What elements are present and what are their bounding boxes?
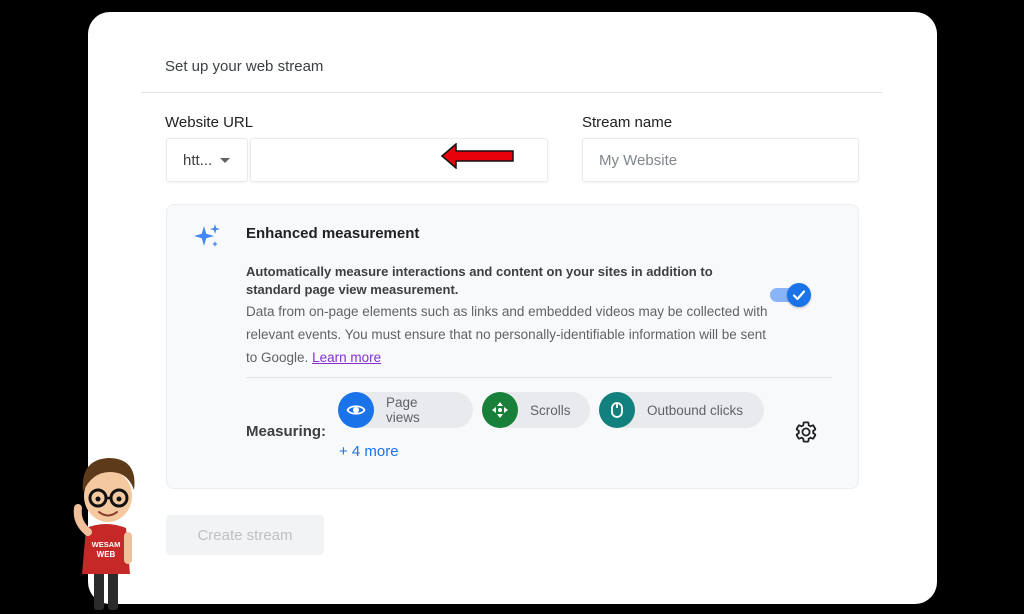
mouse-icon xyxy=(599,392,635,428)
header-divider xyxy=(141,92,882,93)
create-stream-button[interactable]: Create stream xyxy=(166,515,324,555)
protocol-value: htt... xyxy=(183,151,213,169)
svg-text:WEB: WEB xyxy=(97,550,116,559)
protocol-select[interactable]: htt... xyxy=(166,138,248,182)
chip-label: Page views xyxy=(385,395,420,425)
red-arrow-annotation-icon xyxy=(441,143,514,169)
chip-label: Outbound clicks xyxy=(647,402,744,418)
enhanced-measurement-title: Enhanced measurement xyxy=(246,225,420,242)
stream-name-field[interactable] xyxy=(582,138,859,182)
scroll-arrows-icon xyxy=(482,392,518,428)
chip-scrolls[interactable]: Scrolls xyxy=(482,392,590,428)
svg-text:WESAM: WESAM xyxy=(92,540,121,549)
eye-icon xyxy=(338,392,374,428)
sparkle-icon xyxy=(194,224,220,247)
chip-page-views[interactable]: Page views xyxy=(338,392,473,428)
enhanced-measurement-summary: Automatically measure interactions and c… xyxy=(246,264,713,297)
toggle-knob xyxy=(787,283,811,307)
mascot-character-icon: WESAM WEB xyxy=(73,458,135,610)
learn-more-link[interactable]: Learn more xyxy=(312,350,381,365)
stream-name-label: Stream name xyxy=(582,114,673,131)
web-stream-setup-card: Set up your web stream Website URL Strea… xyxy=(88,12,937,604)
enhanced-measurement-description: Data from on-page elements such as links… xyxy=(246,300,776,369)
more-measurements-link[interactable]: + 4 more xyxy=(339,443,399,460)
website-url-label: Website URL xyxy=(165,114,254,131)
enhanced-measurement-panel: Enhanced measurement Automatically measu… xyxy=(166,204,859,489)
chip-label: Scrolls xyxy=(530,402,571,418)
measuring-label: Measuring: xyxy=(246,423,327,440)
stream-name-input[interactable] xyxy=(583,139,858,181)
check-icon xyxy=(792,290,806,301)
chip-outbound-clicks[interactable]: Outbound clicks xyxy=(599,392,764,428)
panel-divider xyxy=(246,377,832,378)
caret-down-icon xyxy=(220,157,231,163)
enhanced-measurement-toggle[interactable] xyxy=(770,283,811,307)
gear-icon[interactable] xyxy=(794,420,818,444)
page-title: Set up your web stream xyxy=(165,58,324,75)
